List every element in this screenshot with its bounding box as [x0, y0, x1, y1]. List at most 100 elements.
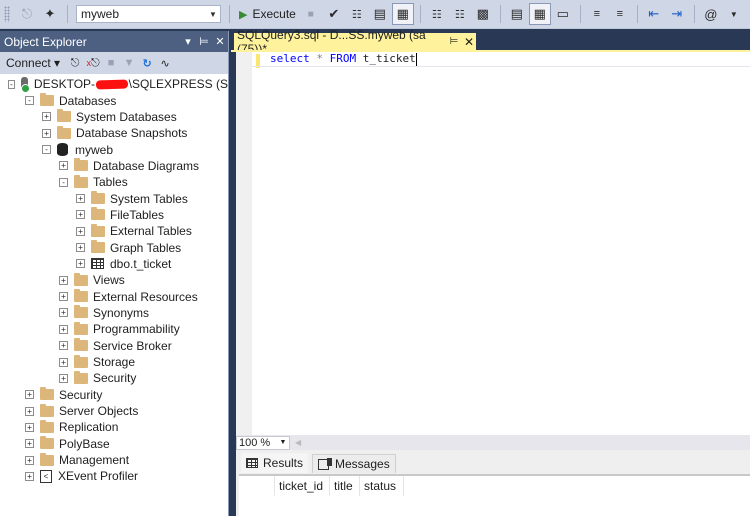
tree-node[interactable]: - Tables	[0, 174, 228, 190]
increase-indent-icon[interactable]: ⇥	[666, 3, 688, 25]
tree-node[interactable]: + External Resources	[0, 288, 228, 304]
tree-node[interactable]: + Graph Tables	[0, 239, 228, 255]
column-header[interactable]: title	[330, 476, 360, 496]
pin-icon[interactable]: ⊨	[196, 35, 212, 48]
refresh-icon[interactable]: ↻	[138, 57, 156, 70]
expand-icon[interactable]: +	[59, 373, 68, 383]
expand-icon[interactable]: +	[76, 226, 85, 236]
stop-icon[interactable]: ■	[102, 57, 120, 69]
scroll-left-icon[interactable]: ◀	[295, 438, 301, 447]
uncomment-icon[interactable]: ≡	[609, 3, 631, 25]
expand-icon[interactable]: +	[25, 422, 34, 432]
tree-node[interactable]: + Database Snapshots	[0, 125, 228, 141]
intellisense-icon[interactable]: ▦	[391, 3, 414, 25]
toolbar-overflow-icon[interactable]: ▼	[723, 3, 745, 25]
tree-node[interactable]: + Synonyms	[0, 305, 228, 321]
expand-icon[interactable]: +	[59, 308, 68, 318]
expand-icon[interactable]: +	[25, 406, 34, 416]
column-header[interactable]: ticket_id	[275, 476, 330, 496]
filter-icon[interactable]: ▼	[120, 57, 138, 69]
live-query-stats-icon[interactable]: ☷	[449, 3, 471, 25]
expand-icon[interactable]: +	[59, 324, 68, 334]
expand-icon[interactable]: +	[42, 128, 51, 138]
tree-node[interactable]: + Database Diagrams	[0, 158, 228, 174]
connect-plug-icon[interactable]: ⎋	[66, 57, 84, 70]
tree-node[interactable]: + Management	[0, 452, 228, 468]
tree-node[interactable]: + Service Broker	[0, 338, 228, 354]
expand-icon[interactable]: +	[59, 357, 68, 367]
code-line[interactable]: select * FROM t_ticket	[270, 52, 417, 66]
close-icon[interactable]: ✕	[462, 35, 476, 49]
expand-icon[interactable]: +	[59, 275, 68, 285]
expand-icon[interactable]: +	[42, 112, 51, 122]
tree-node[interactable]: + System Tables	[0, 190, 228, 206]
tree-node[interactable]: - myweb	[0, 141, 228, 157]
results-grid[interactable]: ticket_id title status	[239, 474, 750, 516]
comment-icon[interactable]: ≡	[586, 3, 608, 25]
tree-node[interactable]: + dbo.t_ticket	[0, 256, 228, 272]
expand-icon[interactable]: +	[25, 471, 34, 481]
row-number-header[interactable]	[239, 476, 275, 496]
zoom-select[interactable]: 100 % ▼	[236, 435, 290, 450]
connect-icon[interactable]: ⎋	[16, 3, 38, 25]
stop-icon[interactable]: ■	[300, 3, 322, 25]
expand-icon[interactable]: +	[76, 210, 85, 220]
collapse-icon[interactable]: -	[25, 96, 34, 106]
change-connection-icon[interactable]: ✦	[39, 3, 61, 25]
tree-node[interactable]: + System Databases	[0, 109, 228, 125]
splitter[interactable]	[229, 29, 236, 516]
expand-icon[interactable]: +	[25, 455, 34, 465]
tree-node[interactable]: + Views	[0, 272, 228, 288]
tree-node-server[interactable]: - DESKTOP- \SQLEXPRESS (S	[0, 76, 228, 94]
tree-node[interactable]: + Programmability	[0, 321, 228, 337]
expand-icon[interactable]: +	[59, 341, 68, 351]
tree-node[interactable]: + Security	[0, 387, 228, 403]
tab-messages[interactable]: Messages	[312, 454, 396, 473]
collapse-icon[interactable]: -	[59, 177, 68, 187]
tree-node[interactable]: + External Tables	[0, 223, 228, 239]
close-icon[interactable]: ✕	[212, 35, 228, 48]
parse-check-icon[interactable]: ✔	[323, 3, 345, 25]
keyword-from: FROM	[329, 52, 357, 65]
expand-icon[interactable]: +	[59, 161, 68, 171]
decrease-indent-icon[interactable]: ⇤	[643, 3, 665, 25]
execute-button[interactable]: ▶ Execute	[235, 3, 300, 25]
query-options-icon[interactable]: ▤	[369, 3, 391, 25]
toolbar-grip[interactable]	[4, 6, 10, 22]
expand-icon[interactable]: +	[25, 439, 34, 449]
object-explorer-tree: - DESKTOP- \SQLEXPRESS (S - Databases + Sys…	[0, 74, 228, 485]
tree-node[interactable]: + Security	[0, 370, 228, 386]
folder-icon	[74, 338, 88, 352]
tab-sqlquery3[interactable]: SQLQuery3.sql - D...SS.myweb (sa (75))* …	[234, 28, 476, 56]
tree-node[interactable]: + Server Objects	[0, 403, 228, 419]
collapse-icon[interactable]: -	[8, 79, 15, 89]
tab-results[interactable]: Results	[240, 452, 310, 473]
collapse-icon[interactable]: -	[42, 145, 51, 155]
database-select[interactable]: myweb ▼	[76, 5, 221, 23]
pin-icon[interactable]: ⊨	[446, 36, 462, 47]
tree-node[interactable]: + FileTables	[0, 207, 228, 223]
client-statistics-icon[interactable]: ▩	[472, 3, 494, 25]
results-to-text-icon[interactable]: ▤	[506, 3, 528, 25]
tree-node[interactable]: + PolyBase	[0, 436, 228, 452]
tree-node[interactable]: + < XEvent Profiler	[0, 468, 228, 484]
expand-icon[interactable]: +	[76, 194, 85, 204]
display-estimated-plan-icon[interactable]: ☷	[346, 3, 368, 25]
results-to-file-icon[interactable]: ▭	[552, 3, 574, 25]
expand-icon[interactable]: +	[76, 243, 85, 253]
expand-icon[interactable]: +	[59, 292, 68, 302]
include-actual-plan-icon[interactable]: ☷	[426, 3, 448, 25]
tree-node[interactable]: + Replication	[0, 419, 228, 435]
column-header[interactable]: status	[360, 476, 404, 496]
tree-node[interactable]: + Storage	[0, 354, 228, 370]
results-to-grid-icon[interactable]: ▦	[528, 3, 551, 25]
expand-icon[interactable]: +	[25, 390, 34, 400]
expand-icon[interactable]: +	[76, 259, 85, 269]
specify-template-values-icon[interactable]: @	[700, 3, 722, 25]
activity-monitor-icon[interactable]: ∿	[156, 57, 174, 70]
tree-node[interactable]: - Databases	[0, 92, 228, 108]
connect-button[interactable]: Connect ▾	[6, 56, 60, 70]
query-editor[interactable]: select * FROM t_ticket	[236, 52, 750, 435]
disconnect-icon[interactable]: x⎋	[84, 57, 102, 70]
window-position-icon[interactable]: ▾	[180, 35, 196, 48]
